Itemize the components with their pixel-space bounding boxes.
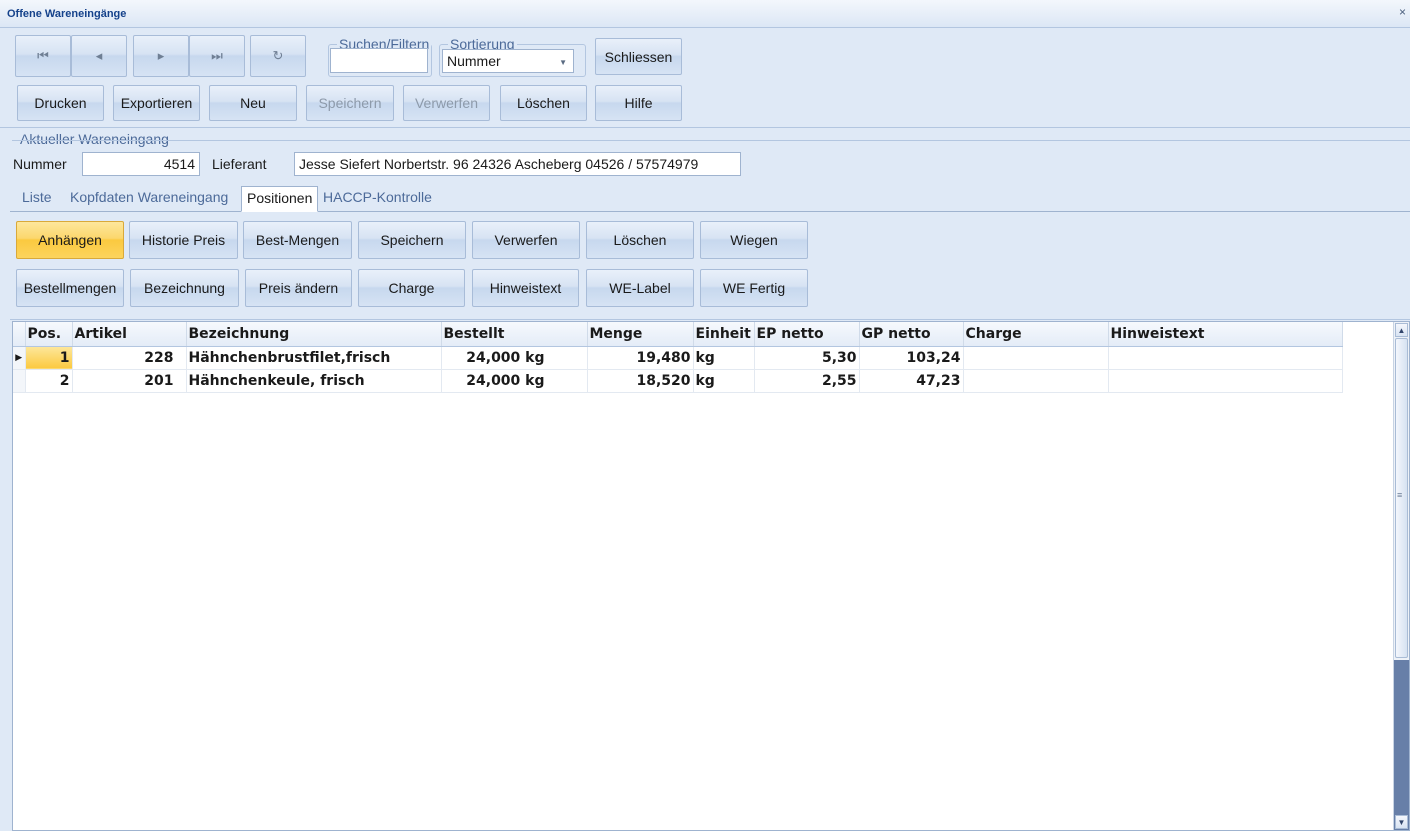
batch-button[interactable]: Charge: [358, 269, 465, 307]
positions-grid[interactable]: Pos. Artikel Bezeichnung Bestellt Menge …: [12, 321, 1410, 831]
positions-toolbar: Anhängen Historie Preis Best-Mengen Spei…: [10, 212, 1410, 320]
column-header-gp-netto[interactable]: GP netto: [859, 322, 964, 347]
refresh-icon: ↻: [272, 48, 284, 63]
row-indicator: [13, 369, 26, 393]
cell-artikel[interactable]: 228: [72, 346, 187, 370]
change-price-button[interactable]: Preis ändern: [245, 269, 352, 307]
column-header-bezeichnung[interactable]: Bezeichnung: [186, 322, 442, 347]
scroll-up-icon[interactable]: ▲: [1395, 323, 1408, 337]
cell-bezeichnung[interactable]: Hähnchenkeule, frisch: [186, 369, 442, 393]
column-header-einheit[interactable]: Einheit: [693, 322, 755, 347]
window-titlebar: Offene Wareneingänge ×: [0, 0, 1410, 28]
table-row[interactable]: 2 201 Hähnchenkeule, frisch 24,000 kg 18…: [13, 369, 1343, 393]
cell-artikel[interactable]: 201: [72, 369, 187, 393]
tab-strip: Liste Kopfdaten Wareneingang Positionen …: [10, 186, 1410, 212]
first-icon: ⏮: [37, 48, 49, 63]
print-button[interactable]: Drucken: [17, 85, 104, 121]
cell-charge[interactable]: [963, 369, 1109, 393]
grid-header-row: Pos. Artikel Bezeichnung Bestellt Menge …: [13, 322, 1343, 347]
current-receipt-label: Aktueller Wareneingang: [20, 131, 169, 147]
weigh-button[interactable]: Wiegen: [700, 221, 808, 259]
close-icon[interactable]: ×: [1399, 5, 1406, 19]
cell-ep-netto[interactable]: 5,30: [754, 346, 860, 370]
next-icon: ▸: [157, 48, 165, 63]
price-history-button[interactable]: Historie Preis: [129, 221, 238, 259]
next-record-button[interactable]: ▸: [133, 35, 189, 77]
sort-select[interactable]: Nummer ▼: [442, 49, 574, 73]
refresh-button[interactable]: ↻: [250, 35, 306, 77]
best-quantities-button[interactable]: Best-Mengen: [243, 221, 352, 259]
position-delete-button[interactable]: Löschen: [586, 221, 694, 259]
toolbar: ⏮ ◂ ▸ ⏭ ↻ Suchen/Filtern Sortierung Numm…: [0, 28, 1410, 128]
column-header-pos[interactable]: Pos.: [25, 322, 73, 347]
column-header-charge[interactable]: Charge: [963, 322, 1109, 347]
tab-liste[interactable]: Liste: [20, 189, 54, 205]
first-record-button[interactable]: ⏮: [15, 35, 71, 77]
last-record-button[interactable]: ⏭: [189, 35, 245, 77]
table-row[interactable]: ▶ 1 228 Hähnchenbrustfilet,frisch 24,000…: [13, 346, 1343, 370]
column-header-bestellt[interactable]: Bestellt: [441, 322, 588, 347]
discard-button[interactable]: Verwerfen: [403, 85, 490, 121]
window-title: Offene Wareneingänge: [7, 8, 127, 20]
current-row-icon: ▶: [13, 346, 26, 370]
prev-record-button[interactable]: ◂: [71, 35, 127, 77]
column-header-artikel[interactable]: Artikel: [72, 322, 187, 347]
grid-vertical-scrollbar[interactable]: ▲ ≡ ▼: [1393, 322, 1409, 830]
supplier-field[interactable]: Jesse Siefert Norbertstr. 96 24326 Asche…: [294, 152, 741, 176]
new-button[interactable]: Neu: [209, 85, 297, 121]
section-divider: [12, 140, 1410, 141]
note-button[interactable]: Hinweistext: [472, 269, 579, 307]
cell-gp-netto[interactable]: 47,23: [859, 369, 964, 393]
last-icon: ⏭: [211, 48, 223, 63]
append-button[interactable]: Anhängen: [16, 221, 124, 259]
scroll-grip-icon: ≡: [1397, 490, 1403, 500]
cell-bestellt[interactable]: 24,000 kg: [441, 346, 588, 370]
description-button[interactable]: Bezeichnung: [130, 269, 239, 307]
search-input[interactable]: [330, 48, 428, 73]
cell-hinweistext[interactable]: [1108, 346, 1343, 370]
number-field[interactable]: 4514: [82, 152, 200, 176]
cell-bestellt[interactable]: 24,000 kg: [441, 369, 588, 393]
help-button[interactable]: Hilfe: [595, 85, 682, 121]
cell-menge[interactable]: 18,520: [587, 369, 694, 393]
position-discard-button[interactable]: Verwerfen: [472, 221, 580, 259]
column-header-hinweistext[interactable]: Hinweistext: [1108, 322, 1343, 347]
export-button[interactable]: Exportieren: [113, 85, 200, 121]
tab-positionen[interactable]: Positionen: [241, 186, 319, 212]
cell-ep-netto[interactable]: 2,55: [754, 369, 860, 393]
order-quantities-button[interactable]: Bestellmengen: [16, 269, 124, 307]
position-save-button[interactable]: Speichern: [358, 221, 466, 259]
cell-einheit[interactable]: kg: [693, 346, 755, 370]
chevron-down-icon[interactable]: ▼: [559, 58, 567, 67]
cell-hinweistext[interactable]: [1108, 369, 1343, 393]
number-label: Nummer: [13, 156, 67, 172]
save-button[interactable]: Speichern: [306, 85, 394, 121]
row-indicator-header: [13, 322, 26, 347]
cell-pos[interactable]: 1: [25, 346, 73, 370]
scroll-down-icon[interactable]: ▼: [1395, 815, 1408, 829]
cell-charge[interactable]: [963, 346, 1109, 370]
we-finish-button[interactable]: WE Fertig: [700, 269, 808, 307]
column-header-ep-netto[interactable]: EP netto: [754, 322, 860, 347]
prev-icon: ◂: [95, 48, 103, 63]
delete-button[interactable]: Löschen: [500, 85, 587, 121]
cell-pos[interactable]: 2: [25, 369, 73, 393]
cell-gp-netto[interactable]: 103,24: [859, 346, 964, 370]
cell-einheit[interactable]: kg: [693, 369, 755, 393]
close-button[interactable]: Schliessen: [595, 38, 682, 75]
tab-kopfdaten[interactable]: Kopfdaten Wareneingang: [68, 189, 230, 205]
scroll-track[interactable]: [1394, 660, 1409, 830]
we-label-button[interactable]: WE-Label: [586, 269, 694, 307]
column-header-menge[interactable]: Menge: [587, 322, 694, 347]
cell-bezeichnung[interactable]: Hähnchenbrustfilet,frisch: [186, 346, 442, 370]
cell-menge[interactable]: 19,480: [587, 346, 694, 370]
sort-value: Nummer: [447, 53, 501, 69]
tab-haccp[interactable]: HACCP-Kontrolle: [321, 189, 434, 205]
positions-table: Pos. Artikel Bezeichnung Bestellt Menge …: [13, 322, 1343, 393]
supplier-label: Lieferant: [212, 156, 267, 172]
